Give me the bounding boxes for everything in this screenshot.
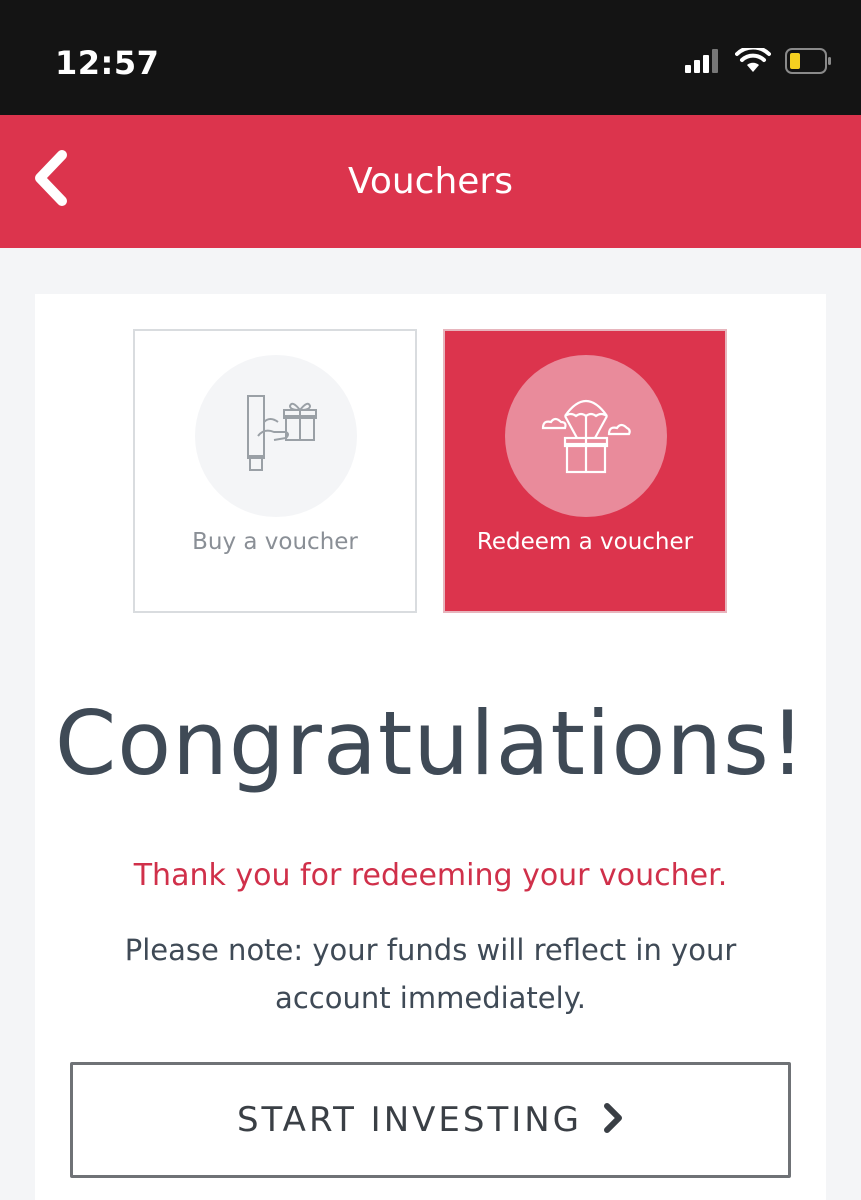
redeem-voucher-tile[interactable]: Redeem a voucher [443,329,727,613]
page-title: Vouchers [348,161,513,202]
voucher-card: Buy a voucher Redeem a voucher Congratul… [35,294,826,1200]
signal-icon [685,49,721,77]
funds-note-text: Please note: your funds will reflect in … [124,933,737,1015]
status-bar: 12:57 [0,0,861,115]
buy-voucher-icon-circle [195,355,357,517]
redeem-voucher-icon-circle [505,355,667,517]
chevron-right-icon [602,1102,624,1138]
buy-voucher-tile[interactable]: Buy a voucher [133,329,417,613]
redeem-voucher-label: Redeem a voucher [476,529,694,555]
back-button[interactable] [20,145,80,215]
buy-voucher-label: Buy a voucher [192,529,358,555]
congratulations-heading: Congratulations! [54,692,807,795]
header-bar: Vouchers [0,115,861,248]
wifi-icon [735,45,771,78]
battery-icon [785,48,833,78]
thank-you-text: Thank you for redeeming your voucher. [133,858,728,893]
parachute-gift-icon [541,392,631,480]
status-time: 12:57 [55,44,160,82]
hand-gift-icon [234,392,318,480]
start-investing-label: START INVESTING [236,1100,583,1140]
chevron-left-icon [30,149,70,211]
start-investing-button[interactable]: START INVESTING [70,1062,791,1178]
status-icons [685,45,833,78]
